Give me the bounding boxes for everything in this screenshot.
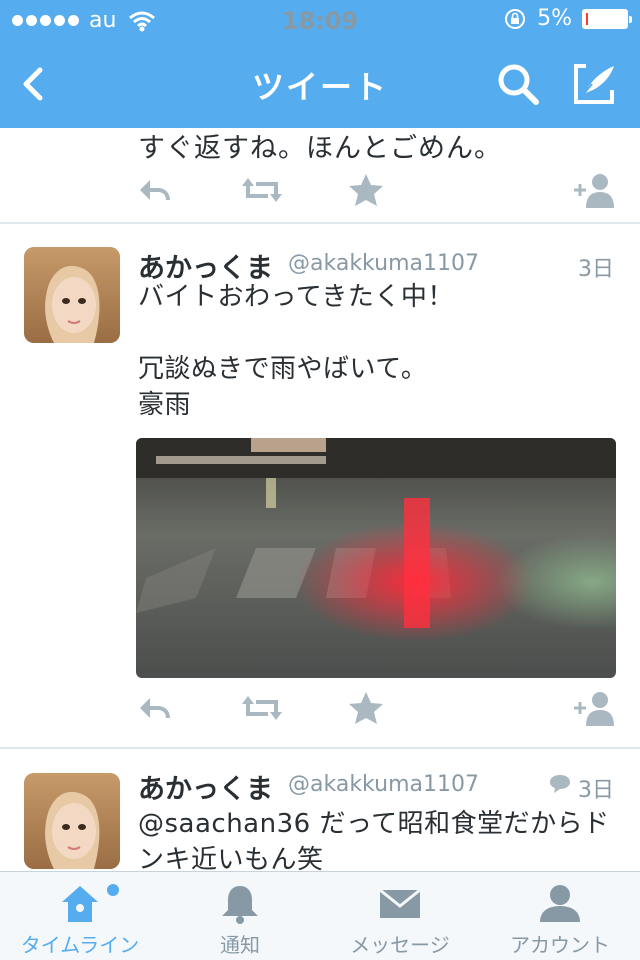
battery-level (586, 12, 588, 25)
tab-label: アカウント (510, 933, 610, 957)
tweet-time: 3日 (578, 778, 614, 803)
tab-bar: タイムライン 通知 メッセージ アカウント (0, 871, 640, 960)
search-icon[interactable] (494, 60, 542, 108)
avatar-image (24, 247, 120, 343)
rotation-lock-icon (505, 8, 526, 29)
tab-label: メッセージ (350, 933, 450, 957)
top-bar: au 18:09 5% ツイート (0, 0, 640, 128)
tweet-time: 3日 (578, 257, 614, 282)
reply-icon[interactable] (136, 688, 180, 728)
conversation-icon (550, 775, 570, 793)
user-handle[interactable]: @akakkuma1107 (288, 251, 479, 276)
page-title: ツイート (251, 68, 388, 106)
person-icon (540, 885, 580, 922)
nav-bar: ツイート (0, 40, 640, 128)
envelope-icon (379, 888, 421, 918)
battery-percent: 5% (537, 6, 572, 31)
tweet-actions (0, 688, 640, 728)
tab-timeline[interactable]: タイムライン (0, 872, 160, 960)
status-right: 5% (503, 6, 632, 31)
follow-icon[interactable] (572, 170, 616, 210)
retweet-icon[interactable] (240, 170, 284, 210)
avatar-image (24, 773, 120, 869)
tweet[interactable]: あかっくま @akakkuma1107 3日 バイトおわってきたく中！ 冗談ぬき… (0, 224, 640, 749)
tweet-partial[interactable]: すぐ返すね。ほんとごめん。 (0, 128, 640, 224)
avatar[interactable] (24, 773, 120, 869)
user-handle[interactable]: @akakkuma1107 (288, 772, 479, 797)
battery-icon (582, 8, 632, 29)
user-name[interactable]: あかっくま (138, 767, 273, 806)
tweet[interactable]: あかっくま @akakkuma1107 3日 @saachan36 だって昭和食… (0, 749, 640, 871)
favorite-icon[interactable] (344, 170, 388, 210)
tab-notifications[interactable]: 通知 (160, 872, 320, 960)
tab-messages[interactable]: メッセージ (320, 872, 480, 960)
timeline[interactable]: すぐ返すね。ほんとごめん。 あかっくま @akakkuma1107 3日 バイト… (0, 128, 640, 871)
new-items-dot (107, 884, 119, 896)
tweet-text: @saachan36 だって昭和食堂だからドンキ近いもん笑 (138, 809, 610, 871)
reply-icon[interactable] (136, 170, 180, 210)
retweet-icon[interactable] (240, 688, 284, 728)
favorite-icon[interactable] (344, 688, 388, 728)
tweet-photo[interactable] (136, 438, 616, 678)
bell-icon (222, 886, 258, 924)
rain-photo-image (136, 438, 616, 678)
follow-icon[interactable] (572, 688, 616, 728)
tweet-text: バイトおわってきたく中！ 冗談ぬきで雨やばいて。 豪雨 (138, 282, 454, 420)
tab-label: 通知 (220, 933, 260, 957)
compose-icon[interactable] (570, 60, 618, 108)
tweet-text: すぐ返すね。ほんとごめん。 (138, 133, 502, 164)
tab-account[interactable]: アカウント (480, 872, 640, 960)
tab-label: タイムライン (20, 933, 140, 957)
tweet-actions (0, 170, 640, 210)
home-icon (62, 886, 98, 922)
status-bar: au 18:09 5% (0, 0, 640, 40)
avatar[interactable] (24, 247, 120, 343)
